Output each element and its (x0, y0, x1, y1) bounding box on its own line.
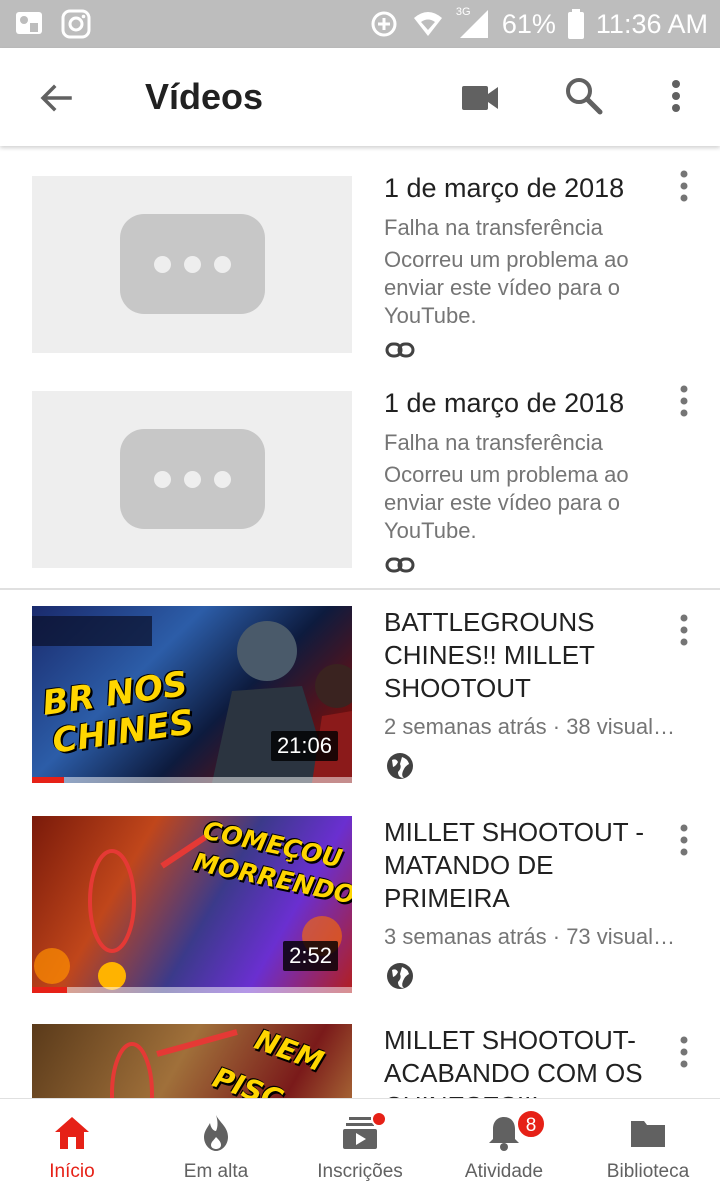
video-list-item[interactable]: BR NOS CHINES 21:06 BATTLEGROUNS CHINES!… (0, 590, 720, 800)
nav-label: Em alta (183, 1161, 249, 1182)
photo-notification-icon (16, 12, 42, 34)
watch-progress-fill (32, 777, 64, 783)
video-thumbnail[interactable]: COMEÇOU MORRENDO 2:52 (32, 816, 352, 993)
video-title[interactable]: BATTLEGROUNS CHINES!! MILLET SHOOTOUT (384, 606, 674, 705)
globe-icon (387, 963, 413, 989)
placeholder-thumbnail[interactable] (32, 391, 352, 568)
failed-upload-item[interactable]: 1 de março de 2018 Falha na transferênci… (0, 361, 720, 576)
globe-icon (387, 753, 413, 779)
video-duration: 21:06 (270, 731, 338, 761)
upload-status: Falha na transferência (384, 430, 603, 455)
placeholder-thumbnail[interactable] (32, 176, 352, 353)
upload-error-message: Ocorreu um problema ao enviar este vídeo… (384, 462, 629, 543)
app-bar: Vídeos (0, 48, 720, 146)
clock: 11:36 AM (595, 8, 708, 39)
upload-status: Falha na transferência (384, 215, 603, 240)
signal-indicator: 3G (456, 6, 490, 40)
item-menu-icon[interactable] (672, 610, 696, 650)
item-menu-icon[interactable] (672, 820, 696, 860)
nav-label: Atividade (464, 1161, 544, 1182)
page-title: Vídeos (145, 76, 264, 117)
video-list: 1 de março de 2018 Falha na transferênci… (0, 146, 720, 1098)
new-content-dot (371, 1111, 387, 1127)
trending-icon (204, 1115, 228, 1151)
instagram-icon (61, 9, 91, 39)
nav-library[interactable]: Biblioteca (576, 1099, 720, 1193)
item-menu-icon[interactable] (672, 166, 696, 206)
nav-trending[interactable]: Em alta (144, 1099, 288, 1193)
video-list-item[interactable]: NEM PISC MILLET SHOOTOUT- ACABANDO COM O… (0, 1010, 720, 1098)
video-duration: 2:52 (283, 941, 338, 971)
battery-percent: 61% (501, 8, 556, 39)
search-icon[interactable] (562, 74, 606, 118)
item-menu-icon[interactable] (672, 381, 696, 421)
bottom-navigation: Início Em alta Inscrições 8 Atividade Bi… (0, 1098, 720, 1193)
video-camera-icon[interactable] (460, 78, 500, 118)
video-title[interactable]: MILLET SHOOTOUT - MATANDO DE PRIMEIRA (384, 816, 674, 915)
upload-error-message: Ocorreu um problema ao enviar este vídeo… (384, 247, 629, 328)
video-placeholder-icon (120, 429, 265, 529)
video-meta: 2 semanas atrás · 38 visual… (384, 714, 676, 739)
video-thumbnail[interactable]: NEM PISC (32, 1024, 352, 1098)
data-saver-icon (371, 11, 397, 37)
home-icon (55, 1117, 89, 1149)
failed-upload-item[interactable]: 1 de março de 2018 Falha na transferênci… (0, 146, 720, 361)
status-bar: 3G 61% 11:36 AM (0, 0, 720, 48)
upload-date: 1 de março de 2018 (384, 173, 625, 203)
wifi-icon (413, 12, 442, 36)
watch-progress-fill (32, 987, 68, 993)
nav-label: Biblioteca (606, 1161, 690, 1182)
upload-date: 1 de março de 2018 (384, 388, 625, 418)
battery-icon (567, 9, 584, 39)
watch-progress-bar (32, 987, 352, 993)
nav-label: Início (49, 1161, 95, 1182)
video-placeholder-icon (120, 214, 265, 314)
link-icon (385, 557, 415, 573)
watch-progress-bar (32, 777, 352, 783)
nav-label: Inscrições (317, 1161, 403, 1182)
video-title[interactable]: MILLET SHOOTOUT- ACABANDO COM OS CHINESE… (384, 1024, 674, 1098)
notification-badge: 8 (516, 1109, 546, 1139)
nav-activity[interactable]: 8 Atividade (432, 1099, 576, 1193)
nav-home[interactable]: Início (0, 1099, 144, 1193)
signal-icon (459, 10, 488, 38)
nav-subscriptions[interactable]: Inscrições (288, 1099, 432, 1193)
item-menu-icon[interactable] (672, 1032, 696, 1072)
video-meta: 3 semanas atrás · 73 visual… (384, 924, 676, 949)
more-vert-icon[interactable] (660, 74, 692, 118)
back-arrow-icon[interactable] (34, 76, 78, 120)
folder-icon (631, 1121, 665, 1147)
video-list-item[interactable]: COMEÇOU MORRENDO 2:52 MILLET SHOOTOUT - … (0, 800, 720, 1010)
video-thumbnail[interactable]: BR NOS CHINES 21:06 (32, 606, 352, 783)
